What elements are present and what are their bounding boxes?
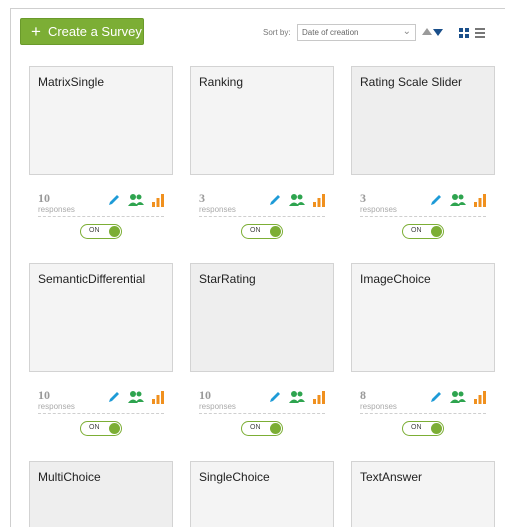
survey-thumbnail[interactable]: StarRating	[190, 263, 334, 372]
toggle-label: ON	[250, 227, 261, 234]
toggle-label: ON	[411, 424, 422, 431]
users-icon[interactable]	[289, 193, 305, 207]
pencil-icon[interactable]	[429, 193, 443, 207]
users-icon[interactable]	[128, 390, 144, 404]
survey-card[interactable]: TextAnswer	[351, 461, 495, 527]
survey-thumbnail[interactable]: TextAnswer	[351, 461, 495, 527]
toggle-knob	[270, 226, 281, 237]
response-count: 10	[38, 191, 50, 205]
survey-card[interactable]: ImageChoice 8 responses ON	[351, 263, 495, 436]
pencil-icon[interactable]	[429, 390, 443, 404]
survey-stats: 10 responses	[38, 185, 164, 217]
bar-chart-icon[interactable]	[473, 193, 487, 207]
survey-card[interactable]: StarRating 10 responses ON	[190, 263, 334, 436]
survey-stats: 8 responses	[360, 382, 486, 414]
survey-thumbnail[interactable]: SemanticDifferential	[29, 263, 173, 372]
survey-thumbnail[interactable]: MatrixSingle	[29, 66, 173, 175]
sort-ascending-icon[interactable]	[422, 28, 432, 35]
pencil-icon[interactable]	[107, 193, 121, 207]
chevron-down-icon: ⌄	[402, 26, 411, 37]
survey-active-toggle[interactable]: ON	[241, 421, 283, 436]
survey-thumbnail[interactable]: Ranking	[190, 66, 334, 175]
survey-card[interactable]: MultiChoice	[29, 461, 173, 527]
survey-active-toggle[interactable]: ON	[402, 421, 444, 436]
bar-chart-icon[interactable]	[151, 390, 165, 404]
survey-title: TextAnswer	[360, 470, 423, 484]
survey-thumbnail[interactable]: SingleChoice	[190, 461, 334, 527]
create-survey-button[interactable]: + Create a Survey	[20, 18, 144, 45]
grid-view-icon[interactable]	[459, 28, 469, 38]
responses-label: responses	[38, 205, 75, 214]
toggle-label: ON	[89, 424, 100, 431]
survey-title: ImageChoice	[360, 272, 431, 286]
survey-card[interactable]: SemanticDifferential 10 responses ON	[29, 263, 173, 436]
responses-label: responses	[360, 205, 397, 214]
sort-descending-icon[interactable]	[433, 29, 443, 36]
toggle-label: ON	[411, 227, 422, 234]
response-count: 10	[38, 388, 50, 402]
toggle-knob	[109, 226, 120, 237]
survey-active-toggle[interactable]: ON	[241, 224, 283, 239]
survey-title: Rating Scale Slider	[360, 75, 463, 89]
sort-select-value: Date of creation	[302, 28, 359, 37]
survey-title: MultiChoice	[38, 470, 101, 484]
toggle-knob	[431, 423, 442, 434]
survey-card[interactable]: Rating Scale Slider 3 responses ON	[351, 66, 495, 239]
toggle-knob	[270, 423, 281, 434]
response-count: 3	[199, 191, 205, 205]
survey-card[interactable]: Ranking 3 responses ON	[190, 66, 334, 239]
survey-stats: 3 responses	[199, 185, 325, 217]
plus-icon: +	[31, 22, 41, 41]
survey-stats: 3 responses	[360, 185, 486, 217]
toggle-label: ON	[89, 227, 100, 234]
survey-active-toggle[interactable]: ON	[80, 224, 122, 239]
survey-card[interactable]: SingleChoice	[190, 461, 334, 527]
survey-stats: 10 responses	[199, 382, 325, 414]
responses-label: responses	[38, 402, 75, 411]
users-icon[interactable]	[450, 390, 466, 404]
survey-title: SingleChoice	[199, 470, 270, 484]
create-survey-label: Create a Survey	[47, 24, 142, 39]
response-count: 3	[360, 191, 366, 205]
survey-stats: 10 responses	[38, 382, 164, 414]
toggle-knob	[431, 226, 442, 237]
toggle-label: ON	[250, 424, 261, 431]
response-count: 8	[360, 388, 366, 402]
pencil-icon[interactable]	[268, 193, 282, 207]
survey-active-toggle[interactable]: ON	[402, 224, 444, 239]
response-count: 10	[199, 388, 211, 402]
survey-thumbnail[interactable]: ImageChoice	[351, 263, 495, 372]
survey-title: MatrixSingle	[38, 75, 105, 89]
survey-title: StarRating	[199, 272, 256, 286]
bar-chart-icon[interactable]	[151, 193, 165, 207]
survey-card[interactable]: MatrixSingle 10 responses ON	[29, 66, 173, 239]
list-view-icon[interactable]	[475, 28, 485, 38]
sort-label: Sort by:	[263, 28, 291, 37]
survey-title: SemanticDifferential	[38, 272, 146, 286]
users-icon[interactable]	[450, 193, 466, 207]
responses-label: responses	[199, 402, 236, 411]
users-icon[interactable]	[128, 193, 144, 207]
users-icon[interactable]	[289, 390, 305, 404]
survey-active-toggle[interactable]: ON	[80, 421, 122, 436]
survey-thumbnail[interactable]: MultiChoice	[29, 461, 173, 527]
pencil-icon[interactable]	[107, 390, 121, 404]
bar-chart-icon[interactable]	[312, 193, 326, 207]
bar-chart-icon[interactable]	[473, 390, 487, 404]
bar-chart-icon[interactable]	[312, 390, 326, 404]
toggle-knob	[109, 423, 120, 434]
responses-label: responses	[199, 205, 236, 214]
survey-title: Ranking	[199, 75, 244, 89]
survey-thumbnail[interactable]: Rating Scale Slider	[351, 66, 495, 175]
sort-select[interactable]: Date of creation ⌄	[297, 24, 416, 41]
pencil-icon[interactable]	[268, 390, 282, 404]
responses-label: responses	[360, 402, 397, 411]
